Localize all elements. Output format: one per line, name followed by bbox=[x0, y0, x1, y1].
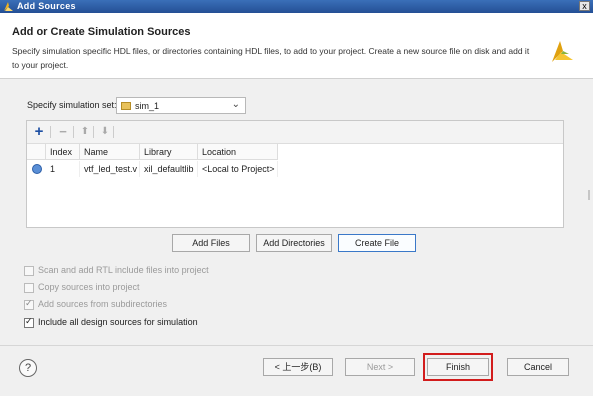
copy-sources-label: Copy sources into project bbox=[38, 282, 140, 292]
add-files-button[interactable]: Add Files bbox=[172, 234, 250, 252]
move-down-button[interactable]: ⬇ bbox=[98, 124, 112, 139]
cell-name: vtf_led_test.v bbox=[80, 161, 140, 177]
window-edge-marker bbox=[588, 190, 590, 200]
simset-dropdown[interactable]: sim_1 ⌄ bbox=[116, 97, 246, 114]
add-source-button[interactable]: + bbox=[32, 124, 46, 139]
copy-sources-checkbox[interactable] bbox=[24, 283, 34, 293]
close-button[interactable]: x bbox=[579, 1, 590, 11]
create-file-button[interactable]: Create File bbox=[338, 234, 416, 252]
next-button[interactable]: Next > bbox=[345, 358, 415, 376]
include-design-sources-checkbox[interactable] bbox=[24, 316, 34, 328]
chevron-down-icon: ⌄ bbox=[231, 99, 240, 110]
toolbar-divider bbox=[73, 126, 74, 138]
help-button[interactable]: ? bbox=[19, 359, 37, 377]
toolbar-divider bbox=[113, 126, 114, 138]
dialog-header: Add or Create Simulation Sources Specify… bbox=[0, 13, 593, 79]
scan-rtl-label: Scan and add RTL include files into proj… bbox=[38, 265, 209, 275]
column-header-location[interactable]: Location bbox=[198, 144, 278, 160]
table-header: Index Name Library Location bbox=[27, 144, 563, 160]
column-header-icon bbox=[27, 144, 46, 160]
move-up-button[interactable]: ⬆ bbox=[78, 124, 92, 139]
remove-source-button[interactable]: − bbox=[56, 124, 70, 139]
cell-location: <Local to Project> bbox=[198, 161, 278, 177]
add-subdirectories-label: Add sources from subdirectories bbox=[38, 299, 168, 309]
toolbar-divider bbox=[50, 126, 51, 138]
table-toolbar: + − ⬆ ⬇ bbox=[27, 121, 563, 144]
table-row[interactable]: 1 vtf_led_test.v xil_defaultlib <Local t… bbox=[27, 161, 563, 177]
column-header-library[interactable]: Library bbox=[140, 144, 198, 160]
sources-table: + − ⬆ ⬇ Index Name Library Location 1 vt… bbox=[26, 120, 564, 228]
simset-value: sim_1 bbox=[135, 101, 160, 111]
footer-divider bbox=[0, 345, 593, 346]
add-directories-button[interactable]: Add Directories bbox=[256, 234, 332, 252]
cancel-button[interactable]: Cancel bbox=[507, 358, 569, 376]
add-subdirectories-checkbox[interactable] bbox=[24, 298, 34, 310]
toolbar-divider bbox=[93, 126, 94, 138]
vivado-logo-icon bbox=[552, 41, 573, 62]
scan-rtl-checkbox[interactable] bbox=[24, 266, 34, 276]
verilog-file-icon bbox=[32, 164, 42, 174]
page-title: Add or Create Simulation Sources bbox=[12, 26, 191, 38]
cell-library: xil_defaultlib bbox=[140, 161, 198, 177]
column-header-name[interactable]: Name bbox=[80, 144, 140, 160]
back-button[interactable]: < 上一步(B) bbox=[263, 358, 333, 376]
window-title: Add Sources bbox=[17, 1, 76, 11]
page-description: Specify simulation specific HDL files, o… bbox=[12, 46, 530, 70]
column-header-index[interactable]: Index bbox=[46, 144, 80, 160]
title-bar: Add Sources x bbox=[0, 0, 593, 13]
vivado-logo-icon bbox=[4, 2, 13, 11]
folder-icon bbox=[121, 102, 131, 110]
include-design-sources-label: Include all design sources for simulatio… bbox=[38, 317, 198, 327]
finish-button[interactable]: Finish bbox=[427, 358, 489, 376]
simset-label: Specify simulation set: bbox=[27, 100, 117, 110]
cell-index: 1 bbox=[46, 161, 80, 177]
